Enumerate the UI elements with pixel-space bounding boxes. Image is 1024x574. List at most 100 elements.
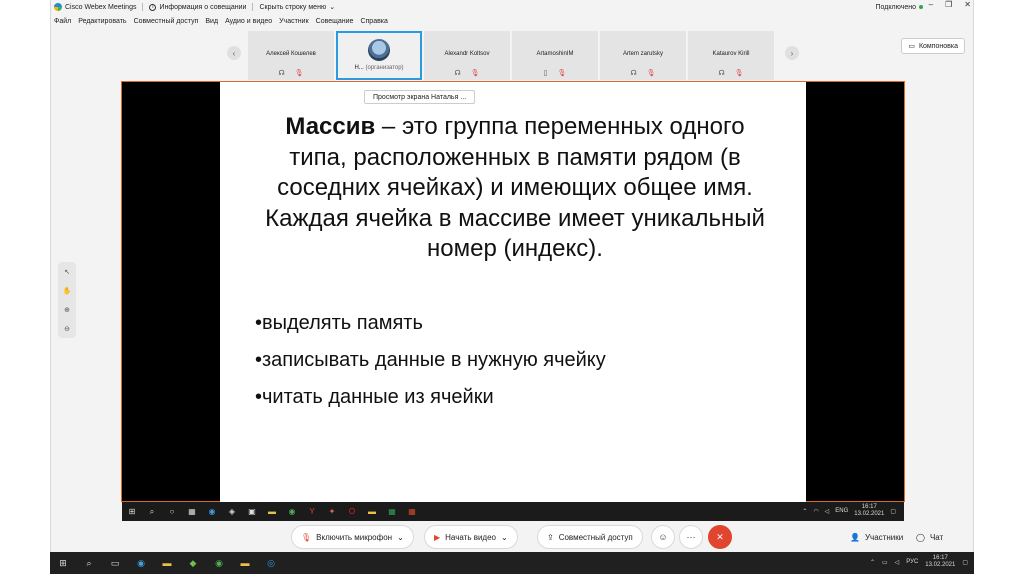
menu-bar: Файл Редактировать Совместный доступ Вид… xyxy=(51,15,388,28)
info-icon: i xyxy=(149,3,157,11)
participant-tile[interactable]: ArtamoshinIM ▯ 🎙 xyxy=(512,31,598,80)
search-icon: ⌕ xyxy=(149,506,155,516)
edge-icon[interactable]: ◉ xyxy=(135,557,147,569)
meeting-info-button[interactable]: i Информация о совещании xyxy=(149,3,247,11)
close-icon[interactable]: ✕ xyxy=(964,0,971,9)
participant-tile-host[interactable]: Н... (организатор) xyxy=(336,31,422,80)
shared-screen: Массив – это группа переменных одного ти… xyxy=(121,81,905,521)
menu-participant[interactable]: Участник xyxy=(279,18,309,25)
pointer-icon[interactable]: ↖ xyxy=(64,268,70,276)
mic-muted-icon: 🎙 xyxy=(301,532,312,542)
chrome-icon[interactable]: ◉ xyxy=(213,557,225,569)
mic-button-label: Включить микрофон xyxy=(316,532,393,542)
slide-bullet: •записывать данные в нужную ячейку xyxy=(255,349,606,371)
language-indicator[interactable]: РУС xyxy=(906,559,918,565)
webex-window: Cisco Webex Meetings i Информация о сове… xyxy=(50,0,974,552)
divider xyxy=(252,3,254,11)
status-dot-icon xyxy=(919,5,923,9)
zoom-out-icon[interactable]: ⊖ xyxy=(64,325,70,333)
presentation-slide: Массив – это группа переменных одного ти… xyxy=(220,82,806,502)
connection-status: Подключено xyxy=(876,4,923,11)
clock-time: 16:17 xyxy=(861,504,877,510)
windows-start-icon: ⊞ xyxy=(128,507,136,516)
app-icon[interactable]: ◆ xyxy=(187,557,199,569)
app-title: Cisco Webex Meetings xyxy=(51,3,136,11)
excel-icon: ▦ xyxy=(388,507,396,516)
menu-file[interactable]: Файл xyxy=(54,18,71,25)
maximize-icon[interactable]: ❐ xyxy=(945,0,952,9)
host-name: Н... (организатор) xyxy=(354,65,403,71)
video-button[interactable]: ▶ Начать видео ⌄ xyxy=(424,525,518,549)
notifications-icon: ▢ xyxy=(890,508,896,515)
participant-tile[interactable]: Alexandr Koltsov ☊ 🎙 xyxy=(424,31,510,80)
participant-strip: Алексей Кошелев ☊ 🎙 Н... (организатор) A… xyxy=(248,31,774,80)
share-button-label: Совместный доступ xyxy=(558,532,633,542)
participants-button[interactable]: 👤 Участники xyxy=(841,525,912,549)
files-icon[interactable]: ▬ xyxy=(239,557,251,569)
headset-icon: ☊ xyxy=(630,70,637,77)
leave-meeting-icon[interactable]: ✕ xyxy=(708,525,732,549)
meeting-info-label: Информация о совещании xyxy=(159,3,247,11)
edge-icon: ◉ xyxy=(208,507,216,516)
participant-status: ▯ 🎙 xyxy=(544,69,567,77)
widgets-icon: ▦ xyxy=(188,507,196,516)
chevron-down-icon[interactable]: ⌄ xyxy=(397,533,404,542)
participant-tile[interactable]: Алексей Кошелев ☊ 🎙 xyxy=(248,31,334,80)
wifi-icon: ◠ xyxy=(813,508,819,515)
store-icon: ▣ xyxy=(248,507,256,516)
window-controls: – ❐ ✕ xyxy=(929,0,971,9)
menu-meeting[interactable]: Совещание xyxy=(316,18,354,25)
headset-icon: ☊ xyxy=(454,70,461,77)
share-button[interactable]: ⇪ Совместный доступ xyxy=(537,525,643,549)
language-indicator: ENG xyxy=(835,508,849,514)
chevron-down-icon[interactable]: ⌄ xyxy=(501,533,508,542)
network-icon: ▭ xyxy=(881,559,888,566)
slide-bullet: •выделять память xyxy=(255,312,423,334)
volume-icon: ◁ xyxy=(824,508,830,515)
search-icon[interactable]: ⌕ xyxy=(83,557,95,569)
menu-help[interactable]: Справка xyxy=(360,18,387,25)
volume-icon: ◁ xyxy=(894,559,900,566)
pan-icon[interactable]: ✋ xyxy=(63,287,72,295)
next-participants-icon[interactable]: › xyxy=(785,46,799,60)
slide-term: Массив xyxy=(285,113,376,140)
mic-muted-icon: 🎙 xyxy=(294,70,304,77)
share-view-label[interactable]: Просмотр экрана Наталья ... xyxy=(364,90,476,104)
mic-muted-icon: 🎙 xyxy=(646,70,656,77)
chat-button-label: Чат xyxy=(929,532,944,542)
hide-menu-button[interactable]: Скрыть строку меню ⌄ xyxy=(259,3,335,12)
more-options-icon[interactable]: ··· xyxy=(679,525,703,549)
slide-bullet-list: •выделять память •записывать данные в ну… xyxy=(255,312,606,423)
menu-view[interactable]: Вид xyxy=(205,18,218,25)
clock-date: 13.02.2021 xyxy=(854,511,885,517)
folder-icon[interactable]: ▬ xyxy=(161,557,173,569)
webex-icon[interactable]: ◎ xyxy=(265,557,277,569)
participant-status: ☊ 🎙 xyxy=(454,69,479,77)
notifications-icon[interactable]: ▢ xyxy=(962,559,968,566)
layout-button[interactable]: ▭ Компоновка xyxy=(901,38,965,54)
powerpoint-icon: ▦ xyxy=(408,507,416,516)
clock[interactable]: 16:17 13.02.2021 xyxy=(925,555,955,569)
menu-edit[interactable]: Редактировать xyxy=(78,18,126,25)
participants-button-label: Участники xyxy=(864,532,904,542)
menu-audio-video[interactable]: Аудио и видео xyxy=(225,18,272,25)
chat-button[interactable]: ◯ Чат xyxy=(907,525,952,549)
task-view-icon[interactable]: ▭ xyxy=(109,557,121,569)
dropbox-icon: ◈ xyxy=(228,507,236,516)
prev-participants-icon[interactable]: ‹ xyxy=(227,46,241,60)
menu-share[interactable]: Совместный доступ xyxy=(134,18,199,25)
slide-definition: Массив – это группа переменных одного ти… xyxy=(260,112,770,265)
clock-time: 16:17 xyxy=(932,555,948,561)
minimize-icon[interactable]: – xyxy=(929,0,933,9)
reactions-icon[interactable]: ☺ xyxy=(651,525,675,549)
participant-tile[interactable]: Artem zarutsky ☊ 🎙 xyxy=(600,31,686,80)
participant-tile[interactable]: Kataurov Kirill ☊ 🎙 xyxy=(688,31,774,80)
windows-start-icon[interactable]: ⊞ xyxy=(57,557,69,569)
mic-muted-icon: 🎙 xyxy=(470,70,480,77)
layout-button-label: Компоновка xyxy=(918,42,958,50)
zoom-in-icon[interactable]: ⊕ xyxy=(64,306,70,314)
tray-up-icon[interactable]: ⌃ xyxy=(870,559,875,566)
mic-button[interactable]: 🎙 Включить микрофон ⌄ xyxy=(291,525,414,549)
headset-icon: ☊ xyxy=(718,70,725,77)
participant-status: ☊ 🎙 xyxy=(630,69,655,77)
